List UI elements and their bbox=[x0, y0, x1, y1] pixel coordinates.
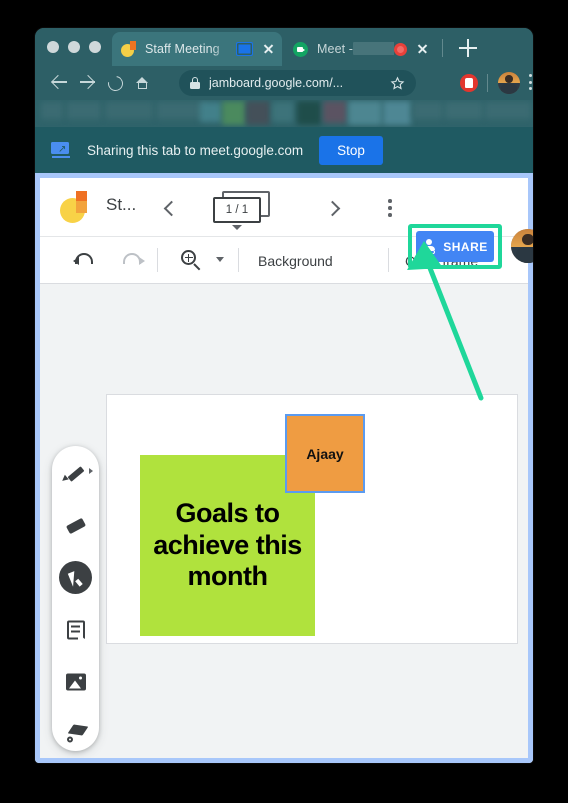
profile-avatar[interactable] bbox=[498, 72, 520, 94]
screen-share-icon: ↗ bbox=[51, 142, 71, 158]
sticky-note-ajaay[interactable]: Ajaay bbox=[285, 414, 365, 493]
caret-down-icon[interactable] bbox=[232, 225, 242, 230]
sticky-note-icon bbox=[66, 620, 85, 640]
sharing-notification-bar: ↗ Sharing this tab to meet.google.com St… bbox=[35, 127, 533, 173]
cursor-arrow-icon bbox=[67, 568, 84, 587]
forward-arrow-icon[interactable] bbox=[77, 73, 97, 93]
next-frame-chevron-right-icon[interactable] bbox=[322, 197, 344, 219]
toolbar-divider bbox=[487, 74, 488, 92]
share-button[interactable]: SHARE bbox=[416, 231, 494, 262]
image-icon bbox=[65, 673, 86, 690]
home-icon[interactable] bbox=[133, 73, 153, 93]
three-dot-menu-icon[interactable] bbox=[529, 74, 533, 92]
redo-icon[interactable] bbox=[120, 247, 146, 273]
undo-icon[interactable] bbox=[72, 247, 98, 273]
frame-counter-label: 1 / 1 bbox=[213, 197, 261, 223]
user-avatar[interactable] bbox=[511, 229, 533, 263]
bookmarks-bar-blurred bbox=[35, 100, 533, 127]
jamboard-canvas-area[interactable]: Goals to achieve this month Ajaay bbox=[40, 284, 528, 758]
close-icon[interactable] bbox=[260, 41, 276, 57]
sticky-note-text: Ajaay bbox=[306, 445, 344, 462]
window-close-button[interactable] bbox=[47, 41, 59, 53]
zoom-caret-down-icon[interactable] bbox=[216, 257, 224, 262]
recording-indicator-icon[interactable] bbox=[394, 42, 407, 56]
tab-strip: Staff Meeting Meet - bbox=[35, 28, 533, 66]
jamboard-favicon bbox=[121, 41, 137, 57]
pen-tool[interactable] bbox=[59, 457, 92, 490]
window-controls bbox=[47, 41, 101, 53]
stop-hand-extension-icon[interactable] bbox=[460, 74, 478, 92]
sticky-note-tool[interactable] bbox=[59, 613, 92, 646]
new-tab-plus-icon[interactable] bbox=[459, 39, 477, 57]
toolbar-divider bbox=[238, 248, 239, 272]
redacted-text bbox=[353, 42, 394, 55]
jam-title[interactable]: St... bbox=[106, 195, 136, 215]
window-maximize-button[interactable] bbox=[89, 41, 101, 53]
screen-cast-indicator-icon[interactable] bbox=[236, 42, 253, 56]
lock-icon bbox=[190, 77, 200, 89]
select-tool[interactable] bbox=[59, 561, 92, 594]
tab-separator bbox=[442, 39, 443, 57]
star-icon[interactable] bbox=[390, 76, 405, 91]
toolbar-divider bbox=[157, 248, 158, 272]
jamboard-frame[interactable]: Goals to achieve this month Ajaay bbox=[106, 394, 518, 644]
eraser-tool[interactable] bbox=[59, 509, 92, 542]
reload-icon[interactable] bbox=[105, 73, 126, 94]
google-meet-favicon bbox=[293, 41, 309, 57]
tab-title: Staff Meeting bbox=[145, 42, 220, 56]
previous-frame-chevron-left-icon[interactable] bbox=[158, 197, 180, 219]
navigation-bar: jamboard.google.com/... bbox=[35, 66, 533, 100]
tab-staff-meeting[interactable]: Staff Meeting bbox=[112, 32, 282, 66]
zoom-in-icon[interactable] bbox=[178, 247, 204, 273]
jamboard-logo bbox=[60, 191, 90, 223]
jamboard-three-dot-menu-icon[interactable] bbox=[388, 199, 392, 217]
window-minimize-button[interactable] bbox=[68, 41, 80, 53]
laser-pointer-icon bbox=[66, 723, 88, 742]
url-text: jamboard.google.com/... bbox=[209, 76, 344, 90]
jamboard-header: St... 1 / 1 bbox=[40, 178, 528, 236]
background-button[interactable]: Background bbox=[258, 253, 333, 269]
eraser-icon bbox=[65, 517, 86, 534]
sticky-note-text: Goals to achieve this month bbox=[153, 497, 302, 592]
frame-counter[interactable]: 1 / 1 bbox=[208, 191, 282, 230]
stop-sharing-button[interactable]: Stop bbox=[319, 135, 383, 165]
laser-tool[interactable] bbox=[59, 717, 92, 750]
sharing-message: Sharing this tab to meet.google.com bbox=[87, 142, 304, 158]
back-arrow-icon[interactable] bbox=[49, 73, 69, 93]
address-bar[interactable]: jamboard.google.com/... bbox=[179, 70, 416, 96]
toolbar-divider bbox=[388, 248, 389, 272]
share-label: SHARE bbox=[443, 239, 488, 254]
tab-title: Meet - bbox=[317, 42, 394, 56]
pen-icon bbox=[59, 465, 84, 483]
tab-meet[interactable]: Meet - bbox=[284, 32, 436, 66]
person-link-icon bbox=[422, 239, 436, 254]
browser-window: Staff Meeting Meet - jamboard.google.com… bbox=[35, 28, 533, 763]
pen-options-caret-icon[interactable] bbox=[89, 468, 93, 474]
close-icon[interactable] bbox=[414, 41, 430, 57]
image-tool[interactable] bbox=[59, 665, 92, 698]
jamboard-tool-palette bbox=[52, 446, 99, 751]
